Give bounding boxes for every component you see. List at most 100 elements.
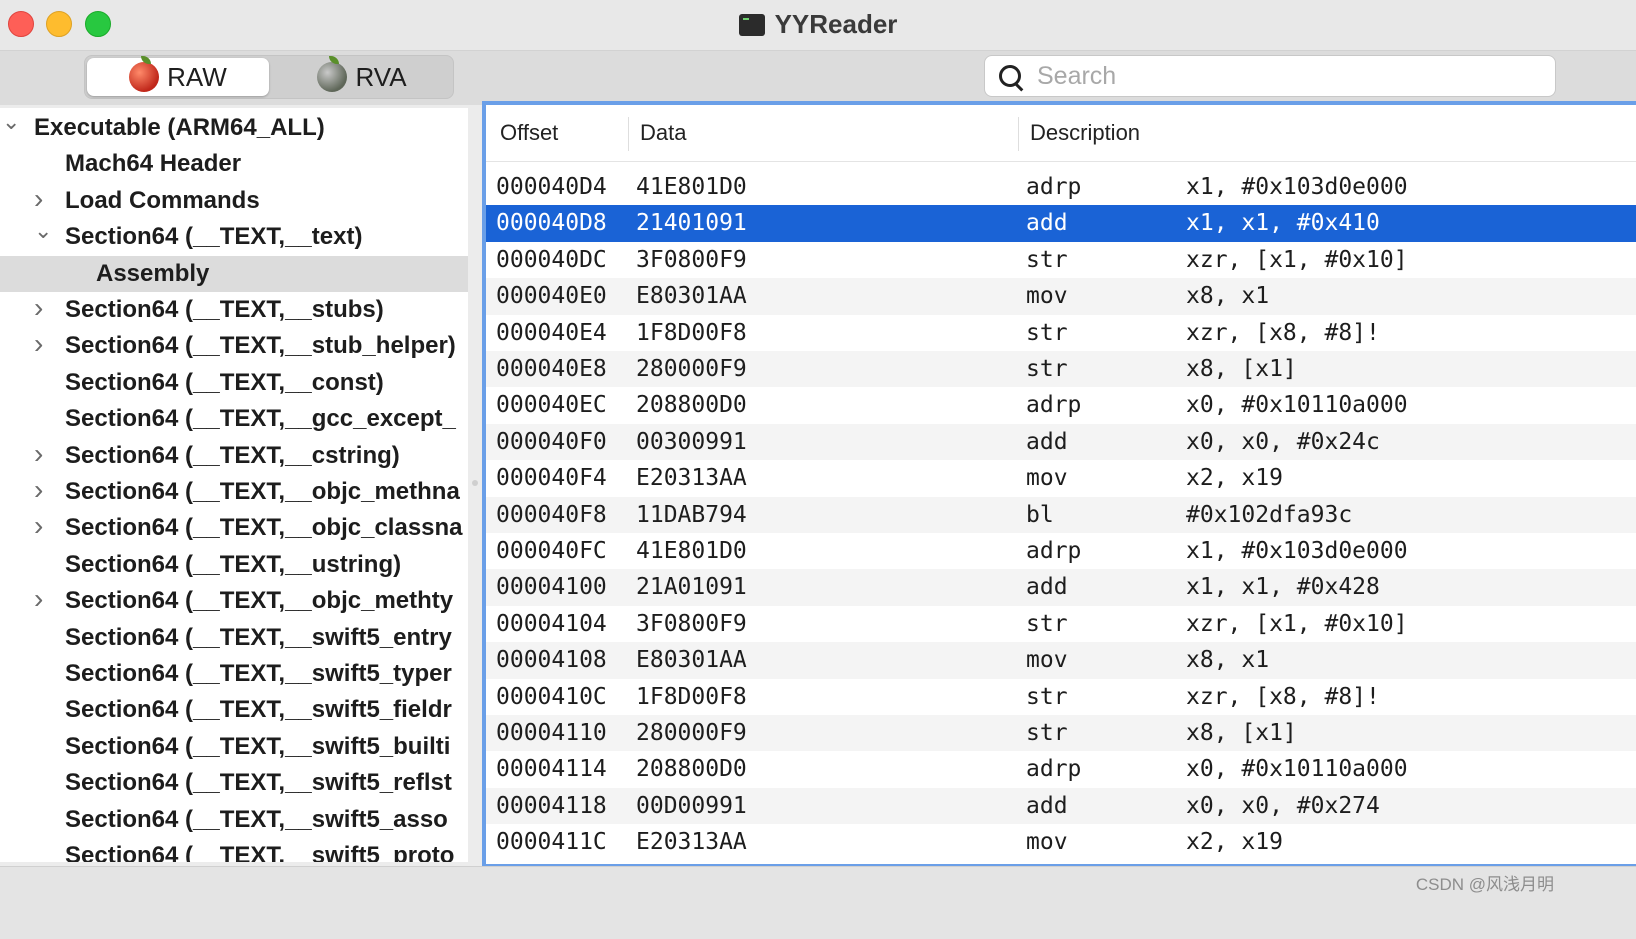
table-row[interactable]: 000040DC 3F0800F9 str xzr, [x1, #0x10] bbox=[486, 242, 1636, 278]
cell-op: add bbox=[1026, 210, 1068, 237]
sidebar-item[interactable]: Section64 (__TEXT,__swift5_fieldr bbox=[0, 692, 468, 728]
cell-data: 280000F9 bbox=[636, 720, 747, 746]
table-row[interactable]: 000040E0 E80301AA mov x8, x1 bbox=[486, 278, 1636, 315]
sidebar-tree[interactable]: ⌄ Executable (ARM64_ALL) Mach64 Header › Loa… bbox=[0, 108, 468, 862]
sidebar-item[interactable]: › Section64 (__TEXT,__cstring) bbox=[0, 438, 468, 474]
table-row[interactable]: 000040D4 41E801D0 adrp x1, #0x103d0e000 bbox=[486, 169, 1636, 205]
table-row[interactable]: 0000411C E20313AA mov x2, x19 bbox=[486, 824, 1636, 860]
sidebar-item[interactable]: Section64 (__TEXT,__swift5_typer bbox=[0, 656, 468, 692]
chevron-right-icon[interactable]: › bbox=[34, 510, 50, 544]
sidebar-item[interactable]: Section64 (__TEXT,__swift5_proto bbox=[0, 838, 468, 862]
cell-op: str bbox=[1026, 683, 1068, 710]
table-row[interactable]: 00004108 E80301AA mov x8, x1 bbox=[486, 642, 1636, 679]
cell-op: adrp bbox=[1026, 756, 1082, 783]
sidebar-item[interactable]: › Section64 (__TEXT,__stub_helper) bbox=[0, 328, 468, 364]
sidebar-item-label: Section64 (__TEXT,__gcc_except_ bbox=[65, 405, 456, 433]
sidebar-item-label: Section64 (__TEXT,__swift5_entry bbox=[65, 623, 452, 651]
cell-args: x8, x1 bbox=[1186, 283, 1270, 310]
sidebar-item-label: Section64 (__TEXT,__swift5_reflst bbox=[65, 769, 452, 797]
chevron-right-icon[interactable]: › bbox=[34, 474, 50, 508]
table-row[interactable]: 00004104 3F0800F9 str xzr, [x1, #0x10] bbox=[486, 606, 1636, 642]
sidebar-item-label: Section64 (__TEXT,__objc_methty bbox=[65, 587, 454, 615]
cell-data: 3F0800F9 bbox=[636, 246, 747, 273]
table-row[interactable]: 00004110 280000F9 str x8, [x1] bbox=[486, 715, 1636, 752]
column-header-data[interactable]: Data bbox=[640, 119, 686, 147]
disassembly-table[interactable]: Offset Data Description 000040D4 41E801D0… bbox=[482, 101, 1636, 868]
cell-offset: 00004118 bbox=[496, 792, 607, 819]
sidebar-item[interactable]: › Section64 (__TEXT,__objc_methna bbox=[0, 474, 468, 510]
sidebar-item[interactable]: › Section64 (__TEXT,__stubs) bbox=[0, 292, 468, 328]
column-separator[interactable] bbox=[1018, 117, 1019, 151]
search-field[interactable] bbox=[984, 55, 1556, 97]
table-row[interactable]: 000040F8 11DAB794 bl #0x102dfa93c bbox=[486, 496, 1636, 533]
sidebar-item[interactable]: Section64 (__TEXT,__swift5_reflst bbox=[0, 765, 468, 801]
cell-data: 41E801D0 bbox=[636, 174, 747, 200]
sidebar-item[interactable]: Section64 (__TEXT,__swift5_builti bbox=[0, 729, 468, 765]
table-row[interactable]: 00004114 208800D0 adrp x0, #0x10110a000 bbox=[486, 751, 1636, 787]
chevron-right-icon[interactable]: › bbox=[34, 183, 50, 217]
sidebar-item[interactable]: › Section64 (__TEXT,__objc_classna bbox=[0, 510, 468, 546]
sidebar-item-label: Load Commands bbox=[65, 186, 260, 214]
table-row[interactable]: 000040D8 21401091 add x1, x1, #0x410 bbox=[486, 205, 1636, 242]
cell-args: x0, x0, #0x24c bbox=[1186, 428, 1380, 455]
chevron-down-icon[interactable]: ⌄ bbox=[34, 219, 52, 249]
sidebar-item-label: Section64 (__TEXT,__const) bbox=[65, 368, 384, 396]
column-header-description[interactable]: Description bbox=[1030, 119, 1140, 147]
raw-segment-button[interactable]: RAW bbox=[87, 56, 269, 96]
cell-op: bl bbox=[1026, 501, 1054, 528]
chevron-right-icon[interactable]: › bbox=[34, 438, 50, 472]
cell-offset: 00004114 bbox=[496, 756, 607, 783]
table-row[interactable]: 00004118 00D00991 add x0, x0, #0x274 bbox=[486, 787, 1636, 825]
apple-red-icon bbox=[129, 56, 160, 92]
table-row[interactable]: 000040E8 280000F9 str x8, [x1] bbox=[486, 351, 1636, 388]
column-separator[interactable] bbox=[628, 117, 629, 151]
sidebar-item[interactable]: Section64 (__TEXT,__ustring) bbox=[0, 547, 468, 583]
cell-args: x8, [x1] bbox=[1186, 720, 1297, 746]
cell-offset: 00004100 bbox=[496, 574, 607, 601]
table-row[interactable]: 0000410C 1F8D00F8 str xzr, [x8, #8]! bbox=[486, 679, 1636, 715]
chevron-right-icon[interactable]: › bbox=[34, 292, 50, 326]
title-bar: YYReader bbox=[0, 0, 1636, 51]
chevron-down-icon[interactable]: ⌄ bbox=[2, 110, 20, 140]
sidebar-item[interactable]: Section64 (__TEXT,__const) bbox=[0, 365, 468, 401]
table-row[interactable]: 000040FC 41E801D0 adrp x1, #0x103d0e000 bbox=[486, 533, 1636, 569]
cell-args: x0, #0x10110a000 bbox=[1186, 756, 1408, 783]
cell-op: mov bbox=[1026, 647, 1068, 674]
table-row[interactable]: 000040F0 00300991 add x0, x0, #0x24c bbox=[486, 423, 1636, 461]
search-input[interactable] bbox=[1035, 58, 1539, 94]
cell-offset: 000040F4 bbox=[496, 465, 607, 492]
cell-args: x1, x1, #0x428 bbox=[1186, 574, 1380, 601]
cell-op: add bbox=[1026, 792, 1068, 819]
sidebar-item[interactable]: ⌄ Section64 (__TEXT,__text) bbox=[0, 219, 468, 255]
sidebar-item[interactable]: Section64 (__TEXT,__swift5_asso bbox=[0, 802, 468, 838]
chevron-right-icon[interactable]: › bbox=[34, 328, 50, 362]
table-row[interactable]: 000040E4 1F8D00F8 str xzr, [x8, #8]! bbox=[486, 315, 1636, 351]
sidebar-item[interactable]: Section64 (__TEXT,__swift5_entry bbox=[0, 620, 468, 656]
sidebar-item[interactable]: › Section64 (__TEXT,__objc_methty bbox=[0, 583, 468, 619]
chevron-right-icon[interactable]: › bbox=[34, 583, 50, 617]
column-header-offset[interactable]: Offset bbox=[500, 119, 558, 147]
table-header: Offset Data Description bbox=[486, 105, 1636, 162]
divider-handle[interactable] bbox=[472, 480, 478, 486]
cell-args: xzr, [x1, #0x10] bbox=[1186, 246, 1408, 273]
cell-offset: 000040E0 bbox=[496, 283, 607, 310]
table-row[interactable]: 000040EC 208800D0 adrp x0, #0x10110a000 bbox=[486, 387, 1636, 423]
sidebar-item[interactable]: Assembly bbox=[0, 255, 468, 292]
cell-offset: 000040E8 bbox=[496, 356, 607, 382]
cell-op: adrp bbox=[1026, 538, 1082, 564]
rva-segment-button[interactable]: RVA bbox=[271, 56, 453, 96]
table-row[interactable]: 00004100 21A01091 add x1, x1, #0x428 bbox=[486, 569, 1636, 606]
sidebar-item[interactable]: Mach64 Header bbox=[0, 146, 468, 182]
cell-op: add bbox=[1026, 428, 1068, 455]
table-row[interactable]: 000040F4 E20313AA mov x2, x19 bbox=[486, 460, 1636, 496]
sidebar-item[interactable]: › Load Commands bbox=[0, 183, 468, 219]
sidebar-item-label: Section64 (__TEXT,__cstring) bbox=[65, 441, 400, 469]
cell-data: 11DAB794 bbox=[636, 501, 747, 528]
sidebar-item[interactable]: Section64 (__TEXT,__gcc_except_ bbox=[0, 401, 468, 437]
sidebar-item[interactable]: ⌄ Executable (ARM64_ALL) bbox=[0, 110, 468, 146]
cell-args: x2, x19 bbox=[1186, 465, 1283, 492]
sidebar-item-label: Assembly bbox=[96, 259, 210, 287]
cell-args: x0, #0x10110a000 bbox=[1186, 392, 1408, 419]
cell-data: 00300991 bbox=[636, 428, 747, 455]
cell-op: add bbox=[1026, 574, 1068, 601]
